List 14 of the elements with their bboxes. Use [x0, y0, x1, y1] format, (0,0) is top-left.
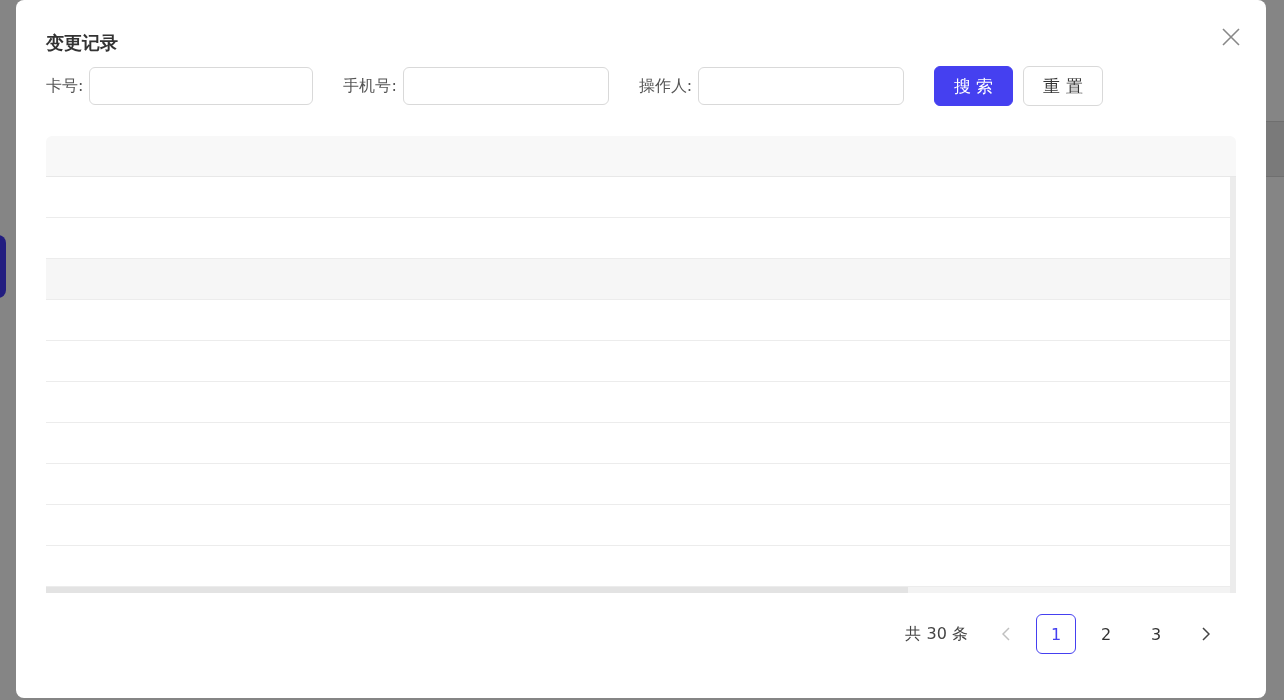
dialog-title: 变更记录 — [46, 31, 118, 55]
close-button[interactable] — [1220, 26, 1242, 48]
field-label: 卡号: — [46, 75, 84, 97]
field-label: 操作人: — [638, 75, 693, 97]
total-count: 共 30 条 — [905, 623, 968, 645]
input-field[interactable] — [698, 67, 905, 105]
chevron-right-icon — [1202, 627, 1210, 641]
input-field[interactable] — [402, 67, 609, 105]
chevron-left-icon — [1002, 627, 1010, 641]
reset-button[interactable]: 重 置 — [1023, 66, 1104, 106]
search-button[interactable]: 搜 索 — [934, 66, 1014, 106]
page-button[interactable]: 1 — [1036, 614, 1076, 654]
input-field[interactable] — [89, 67, 314, 105]
field-label: 手机号: — [343, 75, 397, 97]
